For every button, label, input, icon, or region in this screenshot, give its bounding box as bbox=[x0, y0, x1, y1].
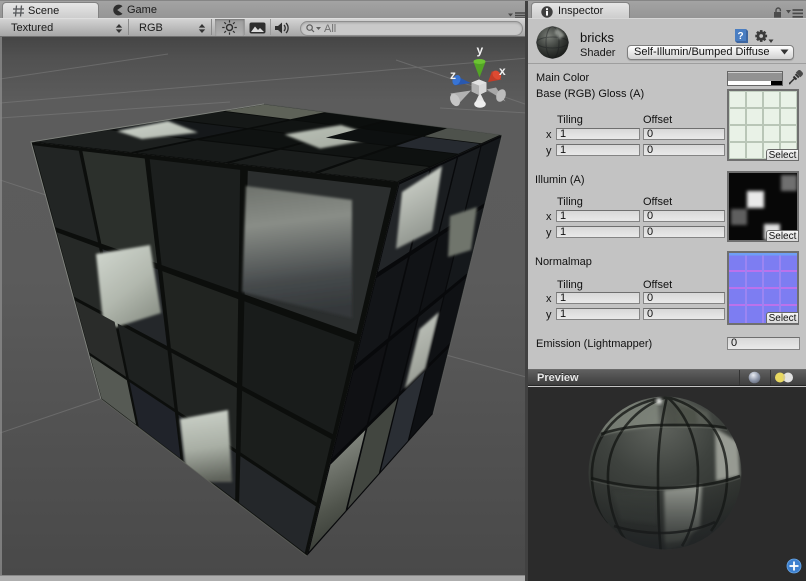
svg-text:z: z bbox=[450, 68, 456, 82]
svg-text:x: x bbox=[499, 64, 506, 78]
svg-text:y: y bbox=[477, 43, 484, 57]
svg-text:?: ? bbox=[738, 31, 744, 42]
